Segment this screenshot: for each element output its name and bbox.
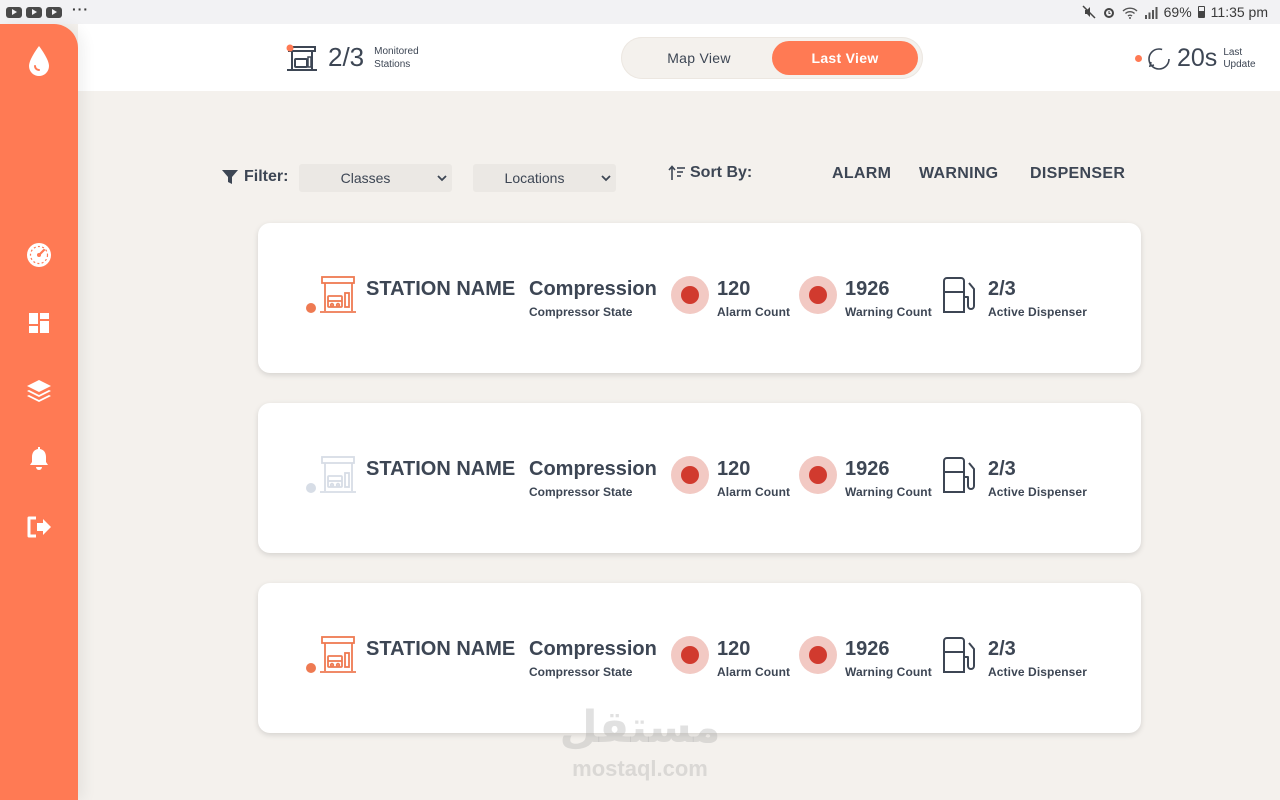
last-update-label: Last Update (1223, 46, 1256, 70)
watermark: مستقل mostaql.com (540, 700, 740, 782)
active-dispenser-label: Active Dispenser (988, 665, 1087, 679)
fuel-pump-icon (943, 277, 975, 313)
active-dispenser-value: 2/3 (988, 278, 1016, 300)
mute-icon (1082, 5, 1096, 19)
wifi-icon (1122, 6, 1138, 19)
station-name: STATION NAME (366, 278, 516, 300)
map-view-button[interactable]: Map View (629, 41, 769, 75)
chevron-down-icon (432, 174, 452, 182)
warning-count-value: 1926 (845, 278, 890, 300)
alarm-count-value: 120 (717, 458, 751, 480)
sort-label: Sort By: (668, 164, 752, 182)
alarm-indicator-icon (671, 276, 709, 314)
warning-count-label: Warning Count (845, 305, 932, 319)
sidebar-item-performance[interactable] (26, 242, 52, 268)
sidebar-item-dashboard[interactable] (26, 310, 52, 336)
dashboard-grid-icon (29, 313, 49, 333)
station-status-dot (306, 303, 316, 313)
youtube-notification-icon (26, 6, 42, 18)
compressor-state-value: Compression (529, 638, 657, 660)
station-status-dot (306, 663, 316, 673)
alarm-count-label: Alarm Count (717, 485, 791, 499)
clock-time: 11:35 pm (1210, 4, 1268, 20)
filter-label: Filter: (222, 168, 288, 186)
compressor-state-value: Compression (529, 458, 657, 480)
refresh-icon[interactable] (1147, 47, 1171, 71)
compressor-state-label: Compressor State (529, 305, 633, 319)
youtube-notification-icon (6, 6, 22, 18)
warning-indicator-icon (799, 456, 837, 494)
compressor-state-value: Compression (529, 278, 657, 300)
warning-count-label: Warning Count (845, 665, 932, 679)
sort-alarm-button[interactable]: ALARM (832, 165, 891, 183)
status-right: 69% 11:35 pm (1082, 4, 1268, 20)
monitored-stations: 2/3 Monitored Stations (286, 42, 434, 73)
battery-icon (1197, 6, 1205, 18)
warning-count-value: 1926 (845, 458, 890, 480)
signal-icon (1144, 6, 1158, 19)
fuel-pump-icon (943, 457, 975, 493)
last-update: 20s Last Update (1135, 44, 1267, 73)
station-name: STATION NAME (366, 458, 516, 480)
alarm-count-value: 120 (717, 278, 751, 300)
sidebar-item-layers[interactable] (26, 378, 52, 404)
gas-station-icon (320, 456, 356, 493)
active-dispenser-label: Active Dispenser (988, 305, 1087, 319)
active-dispenser-value: 2/3 (988, 638, 1016, 660)
last-view-button[interactable]: Last View (772, 41, 918, 75)
locations-select[interactable]: Locations (473, 164, 616, 192)
active-dispenser-value: 2/3 (988, 458, 1016, 480)
warning-count-label: Warning Count (845, 485, 932, 499)
bell-icon (30, 447, 48, 470)
warning-indicator-icon (799, 276, 837, 314)
youtube-notification-icon (46, 6, 62, 18)
view-toggle: Map View Last View (621, 37, 923, 79)
alarm-indicator-icon (671, 456, 709, 494)
logout-icon (27, 516, 51, 538)
layers-icon (27, 380, 51, 402)
sort-icon (668, 165, 685, 180)
watermark-arabic: مستقل (559, 702, 721, 753)
station-name: STATION NAME (366, 638, 516, 660)
status-left: ··· (6, 1, 89, 18)
gas-station-icon (320, 636, 356, 673)
station-status-dot (306, 483, 316, 493)
battery-percent: 69% (1163, 4, 1192, 20)
station-card[interactable]: STATION NAME Compression Compressor Stat… (258, 403, 1141, 553)
sidebar-item-notifications[interactable] (26, 446, 52, 472)
sort-warning-button[interactable]: WARNING (919, 165, 998, 183)
compressor-state-label: Compressor State (529, 665, 633, 679)
monitored-count: 2/3 (328, 42, 365, 72)
sidebar-item-logout[interactable] (26, 514, 52, 540)
drop-icon (29, 46, 49, 76)
sidebar (0, 24, 78, 800)
compressor-state-label: Compressor State (529, 485, 633, 499)
classes-select[interactable]: Classes (299, 164, 452, 192)
alarm-count-label: Alarm Count (717, 305, 791, 319)
filter-bar: Filter: Classes Locations Sort By: ALARM… (222, 164, 1142, 192)
alarm-count-value: 120 (717, 638, 751, 660)
more-notifications-icon: ··· (72, 1, 89, 17)
watermark-latin: mostaql.com (572, 756, 708, 781)
update-status-dot (1135, 55, 1142, 62)
last-update-value: 20s (1177, 44, 1218, 72)
funnel-icon (222, 169, 238, 184)
station-card[interactable]: STATION NAME Compression Compressor Stat… (258, 223, 1141, 373)
fuel-pump-icon (943, 637, 975, 673)
gas-station-icon (320, 276, 356, 313)
warning-indicator-icon (799, 636, 837, 674)
active-dispenser-label: Active Dispenser (988, 485, 1087, 499)
speedometer-icon (27, 243, 51, 267)
sidebar-item-home[interactable] (26, 46, 52, 76)
monitored-label: Monitored Stations (374, 45, 419, 70)
sort-dispenser-button[interactable]: DISPENSER (1030, 165, 1125, 183)
alarm-indicator-icon (671, 636, 709, 674)
chevron-down-icon (596, 174, 616, 182)
alarm-count-label: Alarm Count (717, 665, 791, 679)
warning-count-value: 1926 (845, 638, 890, 660)
system-status-bar: ··· 69% 11:35 pm (0, 0, 1280, 24)
alarm-clock-icon (1103, 8, 1114, 18)
top-header: 2/3 Monitored Stations Map View Last Vie… (78, 24, 1280, 91)
gas-station-icon (286, 44, 317, 71)
